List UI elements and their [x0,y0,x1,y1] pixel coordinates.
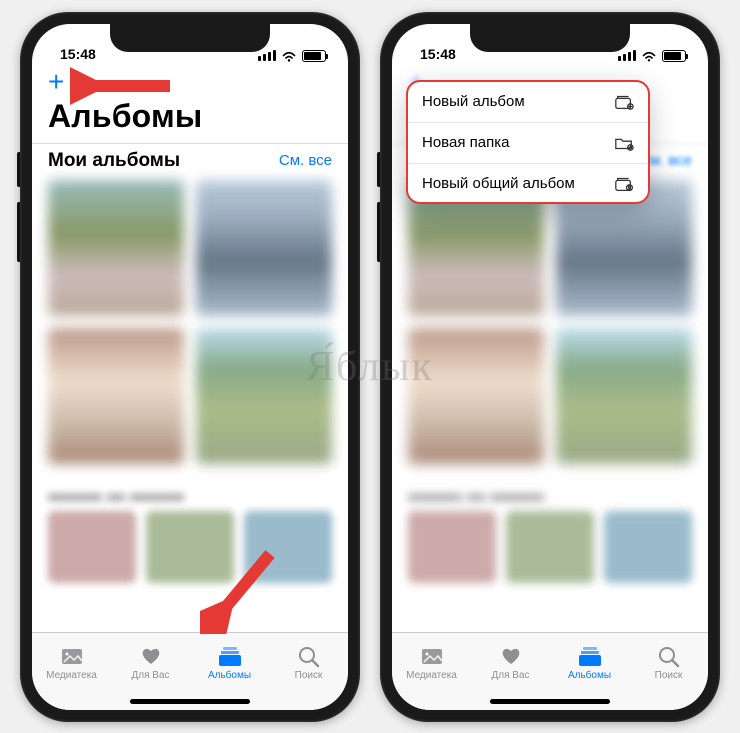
phone-left: 15:48 + Альбомы Мои альбомы См. все ▬▬▬ [20,12,360,722]
album-thumbnail[interactable] [48,328,184,464]
battery-icon [302,50,326,62]
tab-for-you[interactable]: Для Вас [111,633,190,692]
album-thumbnail[interactable] [48,180,184,316]
tab-library[interactable]: Медиатека [32,633,111,692]
library-icon [59,644,85,668]
page-title: Альбомы [32,96,348,143]
menu-item-new-folder[interactable]: Новая папка [408,123,648,164]
tab-bar: Медиатека Для Вас Альбомы Поиск [392,632,708,710]
wifi-icon [281,50,297,62]
notch [470,24,630,52]
album-thumbnail[interactable] [244,511,332,583]
add-button[interactable]: + [48,68,78,96]
menu-item-label: Новый альбом [422,93,525,110]
album-thumbnail[interactable] [556,328,692,464]
cellular-icon [258,50,276,61]
folder-plus-icon [614,134,634,152]
tab-label: Поиск [295,670,323,681]
tab-for-you[interactable]: Для Вас [471,633,550,692]
album-thumbnail[interactable] [408,328,544,464]
tab-library[interactable]: Медиатека [392,633,471,692]
album-thumbnail[interactable] [48,511,136,583]
tab-label: Альбомы [208,670,251,681]
tab-search[interactable]: Поиск [269,633,348,692]
menu-item-label: Новый общий альбом [422,175,575,192]
tab-label: Альбомы [568,670,611,681]
album-grid [32,180,348,464]
tab-albums[interactable]: Альбомы [550,633,629,692]
screen: 15:48 + Альбомы Мои альбомы См. все ▬▬▬ [32,24,348,710]
album-thumbnail[interactable] [604,511,692,583]
search-icon [656,644,682,668]
album-plus-icon [614,93,634,111]
tab-label: Для Вас [131,670,169,681]
status-right [618,50,686,62]
phone-right: 15:48 + Альбомы Мои альбомы См. все [380,12,720,722]
status-time: 15:48 [60,46,96,62]
nav-bar: + [32,64,348,96]
for-you-icon [498,644,524,668]
search-icon [296,644,322,668]
context-menu: Новый альбом Новая папка Новый общий аль… [408,82,648,204]
shared-album-icon [614,175,634,193]
for-you-icon [138,644,164,668]
status-right [258,50,326,62]
tab-albums[interactable]: Альбомы [190,633,269,692]
album-thumbnail[interactable] [196,328,332,464]
battery-icon [662,50,686,62]
section-people-places: ▬▬▬ ▬ ▬▬▬ [32,484,348,583]
album-thumbnail[interactable] [196,180,332,316]
tab-bar: Медиатека Для Вас Альбомы Поиск [32,632,348,710]
notch [110,24,270,52]
see-all-link[interactable]: См. все [279,152,332,169]
wifi-icon [641,50,657,62]
home-indicator[interactable] [490,699,610,704]
album-thumbnail[interactable] [408,511,496,583]
section-header-my-albums: Мои альбомы См. все [32,143,348,180]
album-thumbnail[interactable] [506,511,594,583]
tab-label: Для Вас [491,670,529,681]
cellular-icon [618,50,636,61]
tab-label: Поиск [655,670,683,681]
menu-item-label: Новая папка [422,134,509,151]
section-title: Мои альбомы [48,150,180,172]
tab-search[interactable]: Поиск [629,633,708,692]
home-indicator[interactable] [130,699,250,704]
status-time: 15:48 [420,46,456,62]
album-thumbnail[interactable] [146,511,234,583]
library-icon [419,644,445,668]
menu-item-new-album[interactable]: Новый альбом [408,82,648,123]
tab-label: Медиатека [406,670,457,681]
albums-icon [577,644,603,668]
album-grid [392,180,708,464]
albums-icon [217,644,243,668]
section-people-places: ▬▬▬ ▬ ▬▬▬ [392,484,708,583]
menu-item-new-shared-album[interactable]: Новый общий альбом [408,164,648,204]
tab-label: Медиатека [46,670,97,681]
screen: 15:48 + Альбомы Мои альбомы См. все [392,24,708,710]
